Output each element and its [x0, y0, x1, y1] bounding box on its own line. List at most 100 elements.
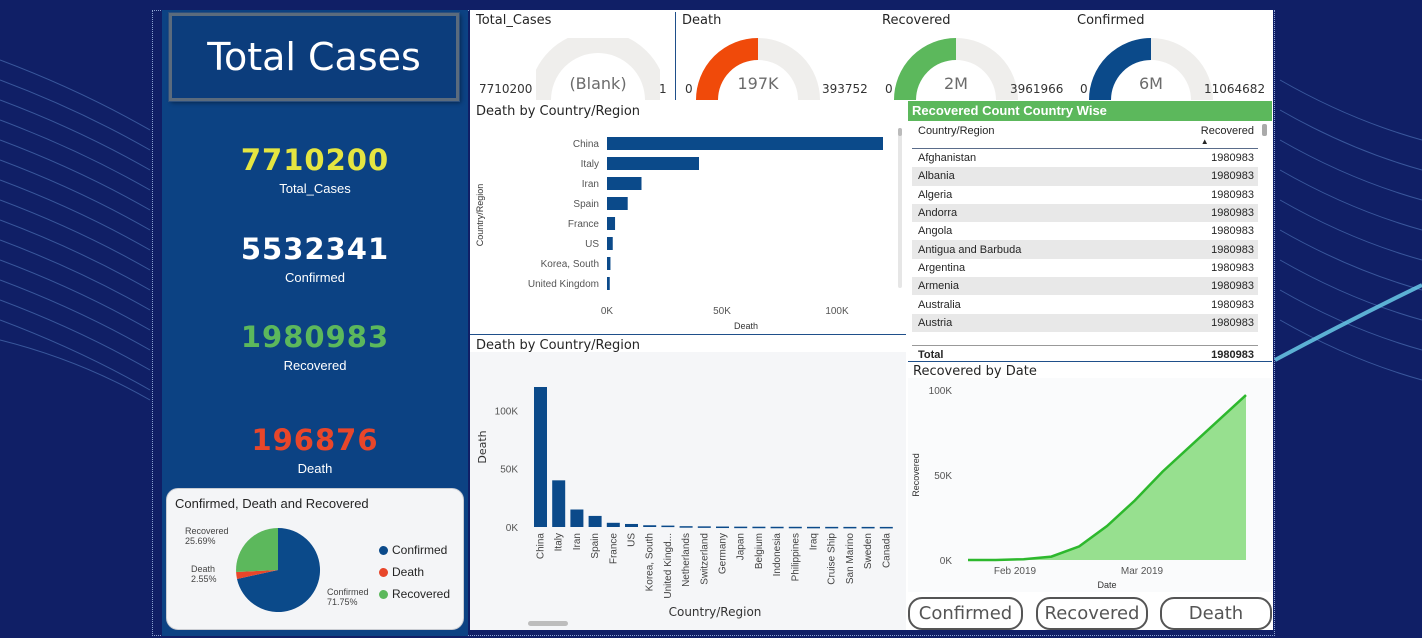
vbar-category-label: Iran: [572, 533, 583, 550]
vbar-category-label: Switzerland: [699, 533, 710, 585]
table-row[interactable]: Australia 1980983: [912, 295, 1258, 313]
gauge-value: 2M: [944, 74, 968, 93]
kpi-label: Recovered: [283, 358, 347, 373]
hbar-scroll-track[interactable]: [898, 128, 902, 288]
vbar-bar[interactable]: [625, 523, 638, 527]
vbar-bar[interactable]: [534, 387, 547, 527]
area-chart[interactable]: 0K 50K 100K Feb 2019 Mar 2019 Date Recovered: [908, 378, 1272, 592]
hbar-category-label: China: [573, 139, 600, 150]
hbar-tick-label: 100K: [825, 306, 849, 317]
table-row[interactable]: Andorra 1980983: [912, 203, 1258, 223]
vbar-bar[interactable]: [697, 526, 711, 528]
table-row[interactable]: Armenia 1980983: [912, 277, 1258, 296]
pie-label-name: Recovered: [185, 526, 229, 536]
gauge-value: 197K: [737, 74, 779, 93]
vbar-category-label: San Marino: [845, 533, 856, 585]
gauge-confirmed[interactable]: Confirmed 6M 0 11064682: [1071, 10, 1271, 102]
vbar-chart[interactable]: 0K 50K 100K China Italy Iran Spain France US Kore…: [470, 352, 906, 630]
pie-label-death: Death 2.55%: [191, 564, 217, 584]
cell-country: Austria: [918, 316, 953, 329]
vbar-category-label: Cruise Ship: [827, 533, 838, 585]
chart-scrollbar[interactable]: [528, 621, 568, 626]
gauge-max: 393752: [822, 82, 868, 96]
cell-recovered: 1980983: [1211, 261, 1254, 274]
legend-item-death[interactable]: Death: [379, 561, 450, 583]
vbar-category-label: China: [536, 533, 547, 560]
legend-label: Death: [392, 565, 425, 579]
table-row[interactable]: Argentina 1980983: [912, 259, 1258, 277]
cell-country: Albania: [918, 170, 955, 183]
gauge-value: 6M: [1139, 74, 1163, 93]
hbar-category-label: Iran: [582, 179, 599, 190]
legend-dot: [379, 589, 388, 599]
total-label: Total: [918, 348, 944, 361]
col-recovered-label: Recovered: [1200, 125, 1254, 137]
hbar-chart-title: Death by Country/Region: [476, 104, 641, 119]
gauge-death[interactable]: Death 197K 0 393752: [676, 10, 876, 102]
vbar-bar[interactable]: [752, 526, 766, 529]
pie-chart-card[interactable]: Confirmed, Death and Recovered Recovered…: [166, 488, 464, 630]
area-xlabel: Date: [1097, 580, 1116, 590]
hbar-bar[interactable]: [607, 197, 628, 210]
hbar-bar[interactable]: [607, 137, 883, 150]
cell-country: Australia: [918, 298, 961, 311]
vbar-bar[interactable]: [734, 526, 748, 529]
hbar-bar[interactable]: [607, 157, 699, 170]
pie-label-confirmed: Confirmed 71.75%: [327, 587, 369, 607]
vbar-bar[interactable]: [679, 526, 693, 528]
table-row[interactable]: Antigua and Barbuda 1980983: [912, 240, 1258, 259]
table-row[interactable]: Afghanistan 1980983: [912, 149, 1258, 167]
vbar-bar[interactable]: [843, 526, 857, 529]
recovered-button[interactable]: Recovered: [1036, 597, 1148, 630]
hbar-category-label: Korea, South: [541, 259, 599, 270]
table-row[interactable]: Austria 1980983: [912, 313, 1258, 332]
col-country[interactable]: Country/Region: [918, 125, 994, 148]
vbar-bar[interactable]: [825, 526, 839, 529]
table-row[interactable]: Albania 1980983: [912, 167, 1258, 186]
legend-item-recovered[interactable]: Recovered: [379, 583, 450, 605]
gauge-min: 0: [685, 82, 693, 96]
dashboard-title: Total Cases: [207, 35, 421, 79]
table-row[interactable]: Angola 1980983: [912, 222, 1258, 240]
col-recovered[interactable]: Recovered ▲: [1201, 125, 1254, 148]
gauge-recovered[interactable]: Recovered 2M 0 3961966: [876, 10, 1071, 102]
hbar-scroll-thumb[interactable]: [898, 128, 902, 136]
hbar-bar[interactable]: [607, 177, 642, 190]
gauge-value: (Blank): [569, 74, 627, 93]
pie-chart[interactable]: [235, 527, 321, 613]
pie-label-recovered: Recovered 25.69%: [185, 526, 229, 546]
hbar-bar[interactable]: [607, 277, 610, 290]
hbar-bar[interactable]: [607, 237, 613, 250]
legend-item-confirmed[interactable]: Confirmed: [379, 539, 450, 561]
legend-label: Recovered: [392, 587, 451, 601]
vbar-category-label: Canada: [881, 533, 892, 568]
gauge-total-cases[interactable]: Total_Cases (Blank) 7710200 1: [470, 10, 675, 102]
confirmed-button[interactable]: Confirmed: [908, 597, 1023, 630]
table-scrollbar[interactable]: [1262, 124, 1267, 136]
vbar-bar[interactable]: [552, 480, 566, 527]
pie-slice-recovered[interactable]: [236, 528, 278, 572]
cell-recovered: 1980983: [1211, 298, 1254, 311]
vbar-bar[interactable]: [716, 526, 729, 529]
vbar-bar[interactable]: [606, 522, 620, 527]
recovered-table[interactable]: Country/Region Recovered ▲ Afghanistan 19…: [912, 123, 1258, 363]
hbar-category-label: Spain: [573, 199, 599, 210]
vbar-bar[interactable]: [643, 525, 657, 527]
hbar-chart[interactable]: China Italy Iran Spain France US Korea, South U…: [470, 120, 906, 332]
vbar-bar[interactable]: [770, 526, 784, 529]
kpi-label: Confirmed: [285, 270, 345, 285]
vbar-bar[interactable]: [570, 509, 584, 528]
death-button[interactable]: Death: [1160, 597, 1272, 630]
vbar-bar[interactable]: [861, 526, 875, 529]
hbar-bar[interactable]: [607, 257, 611, 270]
vbar-bar[interactable]: [788, 526, 802, 529]
vbar-bar[interactable]: [661, 525, 675, 528]
table-row[interactable]: Algeria 1980983: [912, 186, 1258, 204]
vbar-bar[interactable]: [807, 526, 820, 529]
pie-label-pct: 25.69%: [185, 536, 216, 546]
hbar-bar[interactable]: [607, 217, 616, 230]
vbar-bar[interactable]: [588, 515, 602, 527]
cell-country: Andorra: [918, 207, 958, 220]
kpi-value: 196876: [251, 423, 379, 457]
vbar-bar[interactable]: [879, 526, 893, 529]
